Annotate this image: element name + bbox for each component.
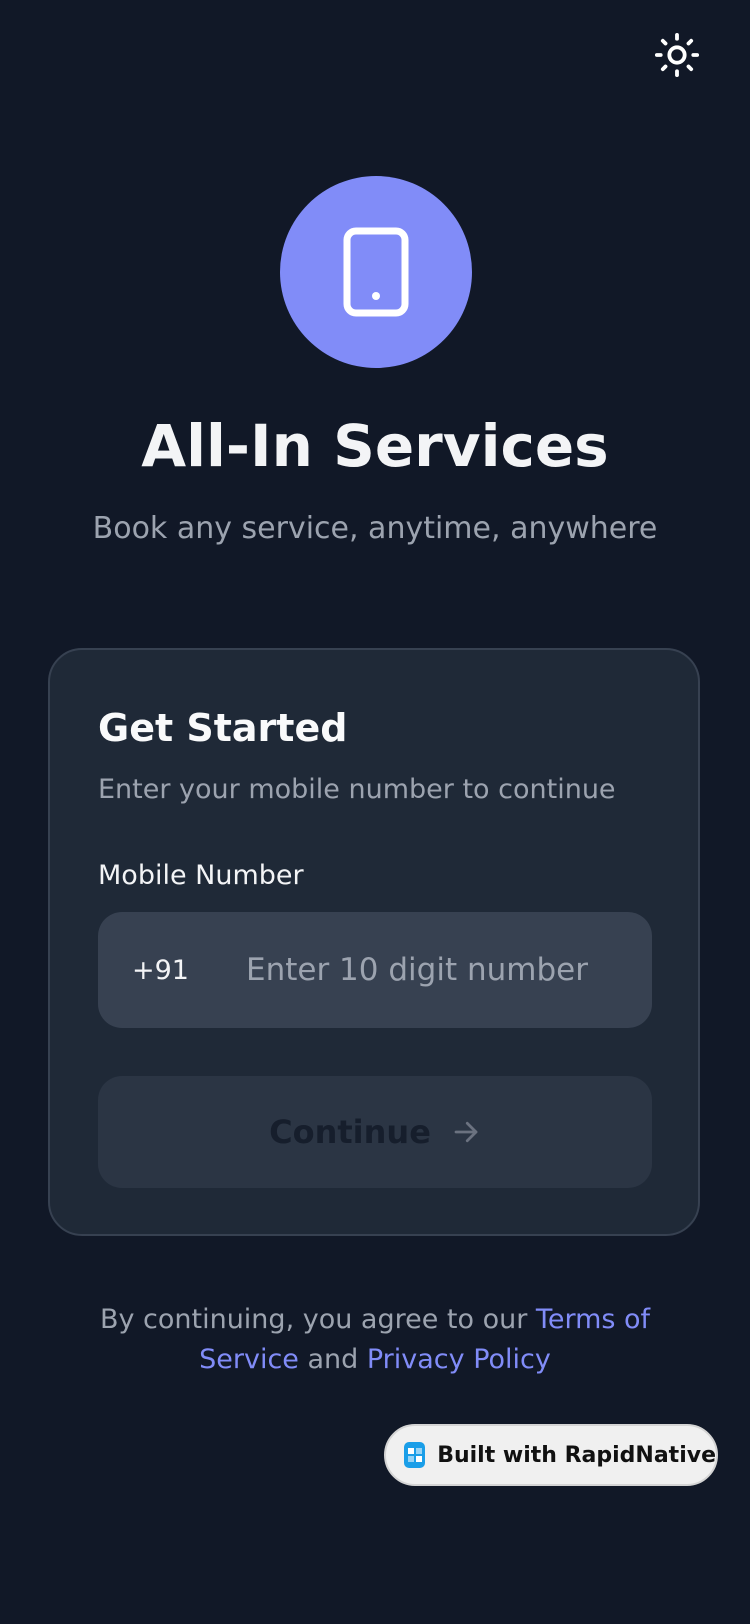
- arrow-right-icon: [451, 1117, 481, 1147]
- app-subtitle: Book any service, anytime, anywhere: [92, 511, 658, 546]
- built-with-label: Built with RapidNative: [437, 1442, 716, 1468]
- rapidnative-logo-icon: [404, 1442, 426, 1468]
- app-title: All-In Services: [141, 412, 609, 480]
- legal-prefix: By continuing, you agree to our: [99, 1304, 536, 1335]
- theme-toggle-button[interactable]: [652, 30, 702, 80]
- card-title: Get Started: [98, 706, 348, 750]
- legal-joiner: and: [298, 1344, 367, 1375]
- country-code[interactable]: +91: [132, 955, 242, 986]
- built-with-badge[interactable]: Built with RapidNative: [384, 1424, 718, 1486]
- login-screen: All-In Services Book any service, anytim…: [0, 0, 750, 1624]
- app-logo: [280, 176, 472, 368]
- mobile-number-label: Mobile Number: [98, 860, 304, 891]
- legal-notice: By continuing, you agree to our Terms of…: [75, 1300, 675, 1380]
- mobile-number-input[interactable]: [242, 912, 652, 1028]
- privacy-policy-link[interactable]: Privacy Policy: [367, 1344, 551, 1375]
- continue-button[interactable]: Continue: [98, 1076, 652, 1188]
- login-card: Get Started Enter your mobile number to …: [48, 648, 700, 1236]
- sun-icon: [654, 32, 700, 78]
- card-subtitle: Enter your mobile number to continue: [98, 774, 616, 805]
- phone-field[interactable]: +91: [98, 912, 652, 1028]
- continue-label: Continue: [269, 1113, 431, 1151]
- smartphone-icon: [343, 227, 409, 317]
